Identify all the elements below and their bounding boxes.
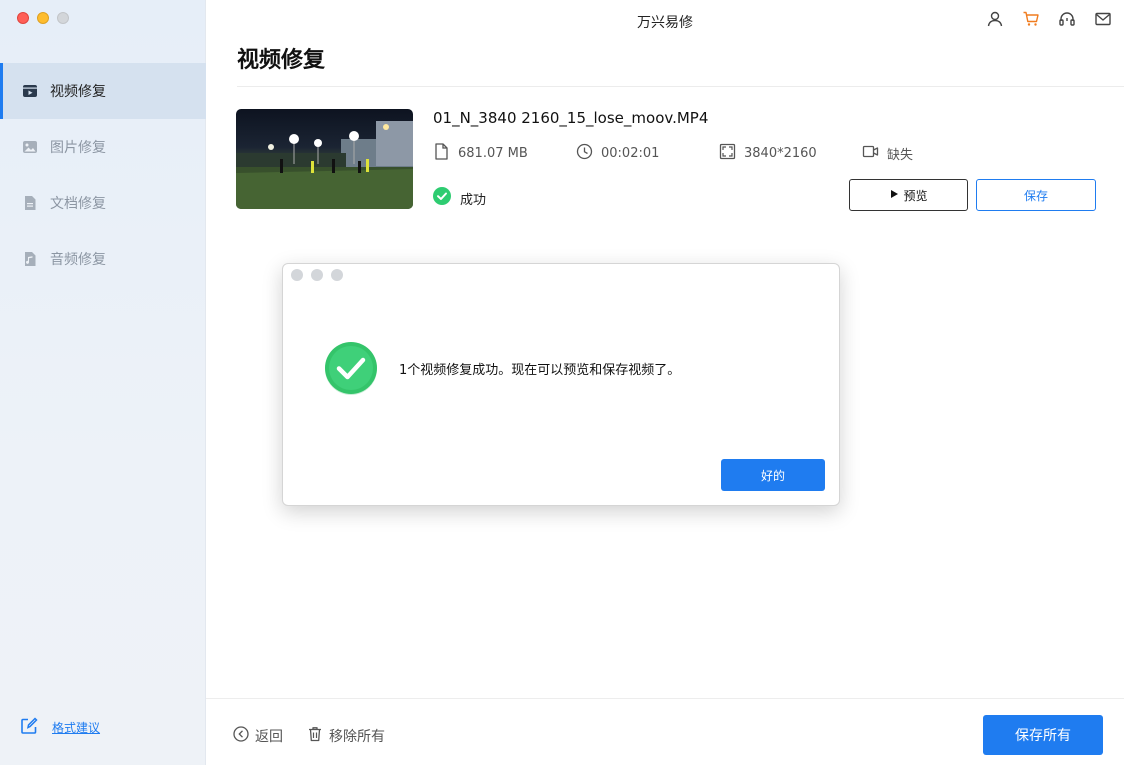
save-button[interactable]: 保存 bbox=[976, 179, 1096, 211]
file-size: 681.07 MB bbox=[433, 143, 576, 164]
sidebar: 视频修复 图片修复 文档修复 音频修复 格式建议 bbox=[0, 0, 206, 765]
edit-icon bbox=[20, 717, 38, 738]
preview-label: 预览 bbox=[903, 188, 928, 203]
audio-icon bbox=[22, 251, 38, 267]
window-controls bbox=[17, 12, 69, 24]
resolution-icon bbox=[719, 143, 736, 164]
headset-icon[interactable] bbox=[1058, 10, 1076, 28]
cart-icon[interactable] bbox=[1022, 10, 1040, 28]
document-icon bbox=[22, 195, 38, 211]
sidebar-item-label: 视频修复 bbox=[50, 84, 106, 100]
sidebar-item-label: 音频修复 bbox=[50, 252, 106, 268]
file-size-value: 681.07 MB bbox=[458, 146, 528, 161]
remove-all-label: 移除所有 bbox=[329, 729, 385, 745]
sidebar-item-video-repair[interactable]: 视频修复 bbox=[0, 63, 206, 119]
clock-icon bbox=[576, 143, 593, 164]
file-icon bbox=[433, 143, 450, 164]
zoom-window-button[interactable] bbox=[57, 12, 69, 24]
sidebar-item-label: 图片修复 bbox=[50, 140, 106, 156]
dialog-message: 1个视频修复成功。现在可以预览和保存视频了。 bbox=[399, 363, 681, 378]
back-button[interactable]: 返回 bbox=[233, 726, 283, 746]
camera-icon bbox=[862, 143, 879, 164]
footer-divider bbox=[206, 698, 1124, 699]
header-toolbar bbox=[986, 10, 1112, 28]
save-all-button[interactable]: 保存所有 bbox=[983, 715, 1103, 755]
sidebar-item-image-repair[interactable]: 图片修复 bbox=[0, 119, 206, 175]
dialog-close-button[interactable] bbox=[291, 269, 303, 281]
success-dialog: 1个视频修复成功。现在可以预览和保存视频了。 好的 bbox=[282, 263, 840, 506]
file-resolution: 3840*2160 bbox=[719, 143, 862, 164]
file-camera: 缺失 bbox=[862, 143, 913, 164]
sidebar-item-label: 文档修复 bbox=[50, 196, 106, 212]
camera-value: 缺失 bbox=[887, 148, 914, 163]
title-divider bbox=[237, 86, 1124, 87]
video-icon bbox=[22, 83, 38, 99]
play-icon bbox=[889, 188, 899, 202]
duration-value: 00:02:01 bbox=[601, 146, 660, 161]
resolution-value: 3840*2160 bbox=[744, 146, 817, 161]
sidebar-nav: 视频修复 图片修复 文档修复 音频修复 bbox=[0, 63, 206, 287]
back-icon bbox=[233, 726, 249, 746]
mail-icon[interactable] bbox=[1094, 10, 1112, 28]
sidebar-item-audio-repair[interactable]: 音频修复 bbox=[0, 231, 206, 287]
minimize-window-button[interactable] bbox=[37, 12, 49, 24]
user-icon[interactable] bbox=[986, 10, 1004, 28]
remove-all-button[interactable]: 移除所有 bbox=[307, 726, 385, 746]
status-label: 成功 bbox=[460, 192, 487, 208]
close-window-button[interactable] bbox=[17, 12, 29, 24]
trash-icon bbox=[307, 726, 323, 746]
footer-actions: 返回 移除所有 bbox=[233, 726, 385, 746]
file-meta: 681.07 MB 00:02:01 3840*2160 缺失 bbox=[433, 143, 913, 164]
page-title: 视频修复 bbox=[237, 48, 326, 73]
format-suggestion-label: 格式建议 bbox=[52, 721, 101, 735]
file-card: 01_N_3840 2160_15_lose_moov.MP4 681.07 M… bbox=[236, 109, 1106, 211]
preview-button[interactable]: 预览 bbox=[849, 179, 968, 211]
dialog-minimize-button[interactable] bbox=[311, 269, 323, 281]
app-window: 视频修复 图片修复 文档修复 音频修复 格式建议 万兴易修 视频修复 01_N_… bbox=[0, 0, 1124, 765]
format-suggestion-link[interactable]: 格式建议 bbox=[20, 717, 100, 738]
success-check-icon bbox=[433, 187, 451, 209]
back-label: 返回 bbox=[255, 729, 283, 745]
repair-status: 成功 bbox=[433, 187, 486, 209]
file-name: 01_N_3840 2160_15_lose_moov.MP4 bbox=[433, 109, 709, 127]
sidebar-item-document-repair[interactable]: 文档修复 bbox=[0, 175, 206, 231]
video-thumbnail bbox=[236, 109, 413, 209]
file-duration: 00:02:01 bbox=[576, 143, 719, 164]
ok-button[interactable]: 好的 bbox=[721, 459, 825, 491]
dialog-zoom-button[interactable] bbox=[331, 269, 343, 281]
image-icon bbox=[22, 139, 38, 155]
success-icon bbox=[324, 341, 378, 395]
dialog-window-controls bbox=[291, 269, 343, 281]
